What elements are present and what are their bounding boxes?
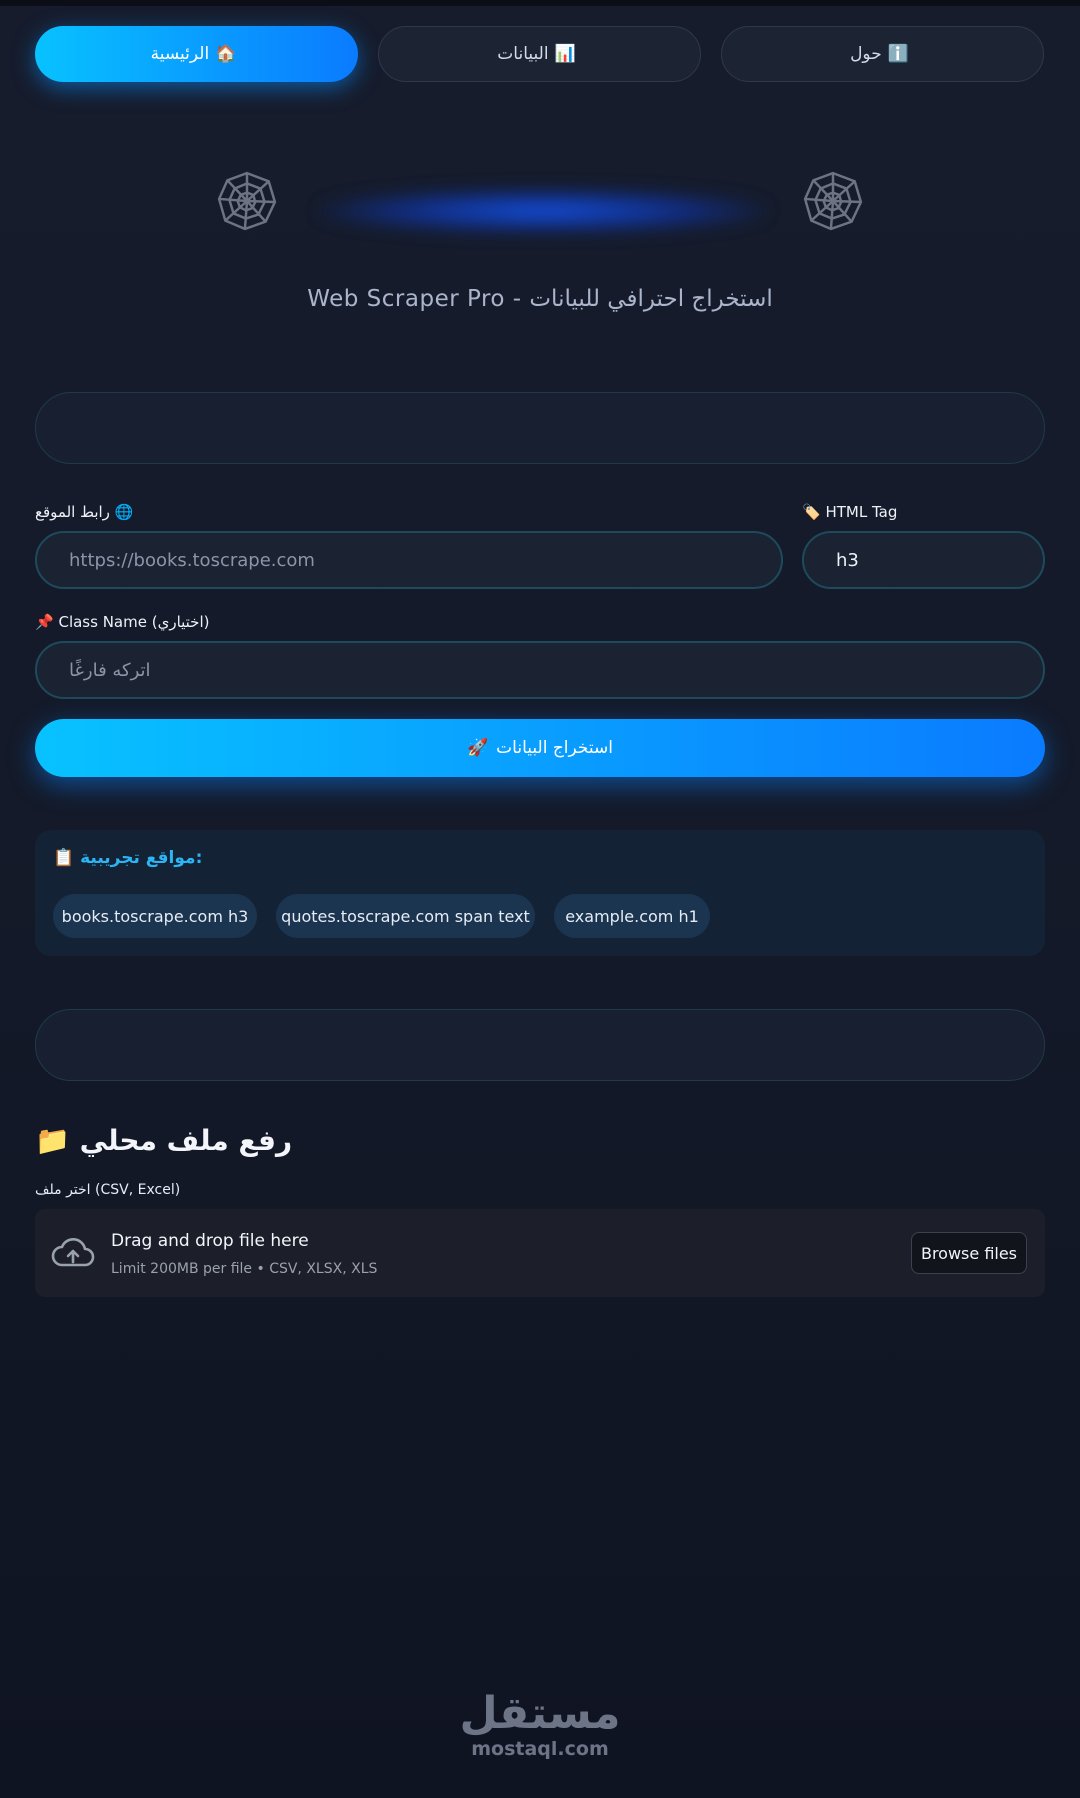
file-dropzone[interactable]: Drag and drop file here Limit 200MB per … — [35, 1209, 1045, 1297]
rocket-icon: 🚀 — [467, 738, 489, 758]
globe-icon: 🌐 — [114, 503, 134, 521]
upload-title-text: رفع ملف محلي — [79, 1124, 293, 1157]
tag-label-text: HTML Tag — [825, 503, 898, 521]
form-header-panel — [35, 392, 1045, 464]
class-placeholder: اتركه فارغًا — [69, 659, 151, 681]
top-bar — [0, 0, 1080, 6]
sample-sites-title: 📋 مواقع تجريبية: — [53, 848, 202, 868]
clipboard-icon: 📋 — [53, 848, 75, 868]
sample-chip[interactable]: example.com h1 — [554, 894, 710, 938]
info-icon: ℹ️ — [887, 44, 909, 64]
sample-chip[interactable]: books.toscrape.com h3 — [53, 894, 257, 938]
watermark-url: mostaql.com — [471, 1738, 609, 1760]
page-subtitle: Web Scraper Pro - استخراج احترافي للبيان… — [307, 286, 773, 312]
spider-web-icon — [217, 171, 277, 231]
watermark-logo: مستقل — [459, 1688, 621, 1739]
title-glow — [318, 188, 768, 234]
extract-button[interactable]: 🚀 استخراج البيانات — [35, 719, 1045, 777]
class-name-input[interactable]: اتركه فارغًا — [35, 641, 1045, 699]
tag-label: 🏷️ HTML Tag — [802, 503, 897, 521]
upload-title: 📁 رفع ملف محلي — [35, 1124, 292, 1157]
tab-home-label: الرئيسية — [150, 44, 210, 64]
dropzone-text: Drag and drop file here — [111, 1231, 309, 1251]
sample-sites-title-text: مواقع تجريبية: — [80, 848, 203, 868]
class-label: 📌 Class Name (اختياري) — [35, 613, 210, 631]
tab-home[interactable]: الرئيسية 🏠 — [35, 26, 358, 82]
house-icon: 🏠 — [215, 44, 237, 64]
tab-data-label: البيانات — [497, 44, 549, 64]
file-picker-label: اختر ملف (CSV, Excel) — [35, 1182, 181, 1198]
class-label-text: Class Name (اختياري) — [58, 613, 210, 631]
url-label: 🌐 رابط الموقع — [35, 503, 133, 521]
cloud-upload-icon — [51, 1237, 95, 1267]
bar-chart-icon: 📊 — [554, 44, 576, 64]
upload-header-panel — [35, 1009, 1045, 1081]
browse-files-button[interactable]: Browse files — [911, 1232, 1027, 1274]
tab-data[interactable]: البيانات 📊 — [378, 26, 701, 82]
tab-about[interactable]: حول ℹ️ — [721, 26, 1044, 82]
sample-chip[interactable]: quotes.toscrape.com span text — [276, 894, 535, 938]
sample-sites-panel: 📋 مواقع تجريبية: books.toscrape.com h3 q… — [35, 830, 1045, 956]
url-label-text: رابط الموقع — [35, 503, 110, 521]
pin-icon: 📌 — [35, 613, 54, 631]
html-tag-input[interactable]: h3 — [802, 531, 1045, 589]
extract-button-label: استخراج البيانات — [496, 738, 613, 758]
folder-icon: 📁 — [35, 1124, 70, 1157]
tag-icon: 🏷️ — [802, 503, 821, 521]
dropzone-limit: Limit 200MB per file • CSV, XLSX, XLS — [111, 1261, 378, 1277]
tag-value: h3 — [836, 549, 859, 571]
url-placeholder: https://books.toscrape.com — [69, 549, 315, 571]
tab-about-label: حول — [850, 44, 882, 64]
url-input[interactable]: https://books.toscrape.com — [35, 531, 783, 589]
spider-web-icon — [803, 171, 863, 231]
